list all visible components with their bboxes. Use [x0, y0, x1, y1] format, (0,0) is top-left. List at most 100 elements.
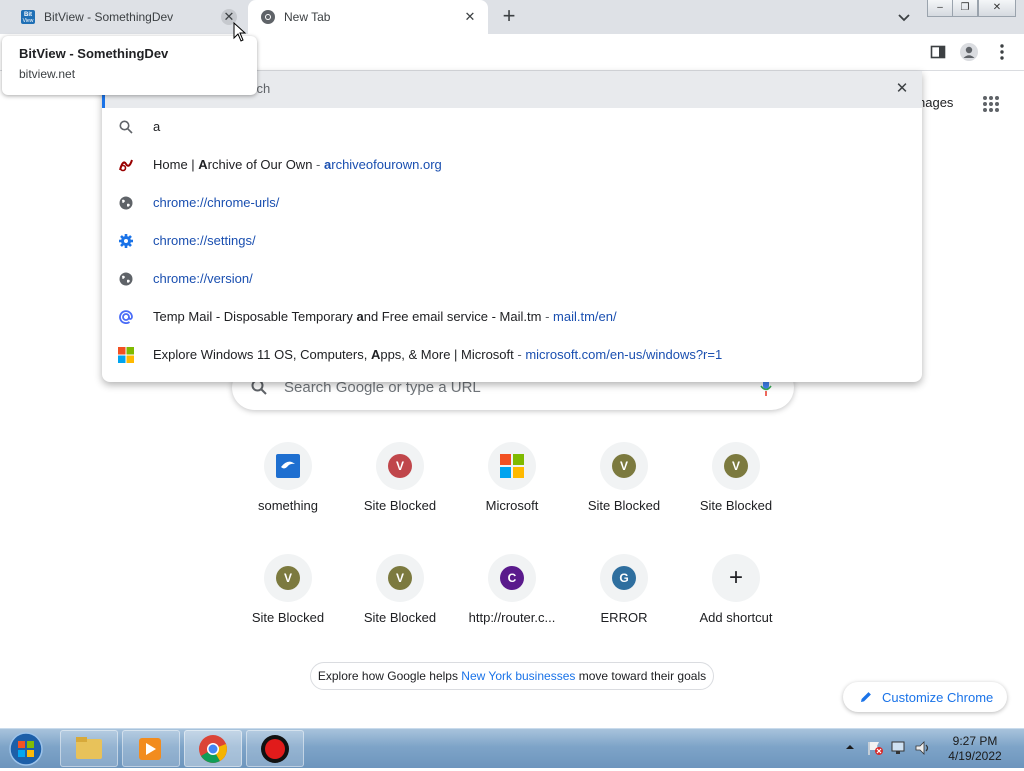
shortcut-tile[interactable]: something: [238, 442, 338, 542]
shortcut-letter-icon: V: [388, 566, 412, 590]
tab-bitview[interactable]: Bit View BitView - SomethingDev ✕: [0, 0, 247, 34]
shortcut-letter-icon: V: [388, 454, 412, 478]
shortcut-letter-icon: V: [276, 566, 300, 590]
shortcut-letter-icon: V: [724, 454, 748, 478]
minimize-button[interactable]: –: [927, 0, 953, 17]
shortcut-icon-circle: [264, 442, 312, 490]
suggestion-row[interactable]: Home | Archive of Our Own - archiveofour…: [102, 146, 922, 184]
tab-strip: Bit View BitView - SomethingDev ✕ New Ta…: [0, 0, 1024, 34]
suggestion-match: A: [198, 157, 208, 172]
search-icon: [119, 120, 133, 134]
suggestion-title: nd Free email service - Mail.tm: [363, 309, 542, 324]
media-player-icon: [139, 738, 161, 760]
shortcut-icon-circle: V: [712, 442, 760, 490]
action-center-flag-icon[interactable]: [866, 740, 884, 756]
something-icon: [276, 454, 300, 478]
ao3-icon: [119, 159, 133, 172]
shortcut-tile[interactable]: C http://router.c...: [462, 554, 562, 654]
chevron-down-icon[interactable]: [895, 8, 913, 26]
suggestion-separator: -: [541, 309, 554, 324]
shortcut-letter-icon: G: [612, 566, 636, 590]
apps-grid-icon[interactable]: [982, 95, 1000, 113]
add-shortcut-button[interactable]: + Add shortcut: [686, 554, 786, 654]
suggestion-row[interactable]: Explore Windows 11 OS, Computers, Apps, …: [102, 336, 922, 374]
taskbar-explorer-button[interactable]: [60, 730, 118, 767]
suggestion-row[interactable]: chrome://chrome-urls/: [102, 184, 922, 222]
shortcut-icon-circle: [488, 442, 536, 490]
taskbar-recorder-button[interactable]: [246, 730, 304, 767]
bitview-icon: Bit View: [21, 10, 35, 24]
mouse-cursor-icon: [233, 22, 247, 42]
shortcut-label: Site Blocked: [699, 498, 773, 513]
shortcut-icon-circle: C: [488, 554, 536, 602]
promo-link[interactable]: New York businesses: [461, 669, 575, 683]
suggestion-url: microsoft.com/en-us/windows?r=1: [525, 347, 723, 362]
suggestion-url: chrome://settings/: [153, 233, 256, 248]
shortcut-tile[interactable]: V Site Blocked: [350, 442, 450, 542]
suggestion-title: pps, & More | Microsoft: [380, 347, 514, 362]
shortcut-label: ERROR: [600, 610, 648, 625]
clear-input-button[interactable]: ✕: [894, 81, 910, 97]
profile-avatar-icon[interactable]: [959, 42, 979, 62]
volume-icon[interactable]: [914, 740, 932, 756]
suggestion-title: Temp Mail - Disposable Temporary: [153, 309, 357, 324]
shortcut-tile[interactable]: V Site Blocked: [350, 554, 450, 654]
clock-date: 4/19/2022: [948, 749, 1002, 763]
promo-text: Explore how Google helps: [317, 669, 462, 683]
promo-text: move toward their goals: [575, 669, 707, 683]
typed-query: a: [153, 119, 161, 134]
shortcut-icon-circle: V: [376, 442, 424, 490]
close-window-button[interactable]: ✕: [978, 0, 1016, 17]
shortcut-tile[interactable]: V Site Blocked: [574, 442, 674, 542]
suggestion-url: chrome://chrome-urls/: [153, 195, 280, 210]
suggestion-row[interactable]: chrome://version/: [102, 260, 922, 298]
mail-tm-icon: [119, 310, 133, 325]
menu-kebab-icon[interactable]: [996, 43, 1008, 61]
chrome-icon: [199, 735, 227, 763]
restore-button[interactable]: ❐: [952, 0, 978, 17]
suggestion-title: Home |: [153, 157, 199, 172]
suggestion-url: mail.tm/en/: [553, 309, 617, 324]
suggestion-separator: -: [312, 157, 324, 172]
customize-chrome-button[interactable]: Customize Chrome: [843, 682, 1007, 712]
tab-new-tab[interactable]: New Tab ✕: [248, 0, 488, 34]
suggestion-url: chrome://version/: [153, 271, 253, 286]
new-tab-button[interactable]: +: [498, 5, 520, 28]
shortcut-label: http://router.c...: [468, 610, 556, 625]
microsoft-icon: [118, 347, 134, 363]
microsoft-icon: [500, 454, 524, 478]
shortcut-icon-circle: V: [264, 554, 312, 602]
side-panel-icon[interactable]: [930, 44, 946, 60]
shortcut-label: Site Blocked: [251, 610, 325, 625]
shortcut-tile[interactable]: V Site Blocked: [238, 554, 338, 654]
taskbar-clock[interactable]: 9:27 PM 4/19/2022: [940, 734, 1010, 764]
globe-icon: [119, 272, 133, 286]
suggestion-match: a: [356, 309, 364, 324]
shortcut-label: Microsoft: [485, 498, 539, 513]
start-button[interactable]: [6, 731, 46, 767]
settings-gear-icon: [119, 234, 133, 248]
tab-hover-card: BitView - SomethingDev bitview.net: [2, 36, 257, 95]
suggestion-row[interactable]: chrome://settings/: [102, 222, 922, 260]
suggestion-url: rchiveofourown.org: [331, 157, 442, 172]
suggestion-row[interactable]: Temp Mail - Disposable Temporary and Fre…: [102, 298, 922, 336]
svg-text:View: View: [23, 18, 34, 24]
tray-expand-icon[interactable]: [845, 742, 855, 752]
taskbar-chrome-button[interactable]: [184, 730, 242, 767]
shortcut-icon-circle: V: [600, 442, 648, 490]
network-icon[interactable]: [890, 740, 908, 756]
suggestion-match: A: [370, 347, 381, 362]
suggestion-title: rchive of Our Own: [207, 157, 313, 172]
shortcut-tile[interactable]: Microsoft: [462, 442, 562, 542]
suggestion-typed[interactable]: a: [102, 108, 922, 146]
taskbar-media-player-button[interactable]: [122, 730, 180, 767]
pencil-icon: [861, 692, 871, 702]
images-link[interactable]: nages: [918, 95, 953, 110]
hover-card-url: bitview.net: [19, 67, 76, 81]
shortcut-tile[interactable]: G ERROR: [574, 554, 674, 654]
customize-label: Customize Chrome: [882, 689, 994, 705]
shortcut-label: Site Blocked: [363, 498, 437, 513]
shortcut-tile[interactable]: V Site Blocked: [686, 442, 786, 542]
globe-icon: [119, 196, 133, 210]
tab-close-button[interactable]: ✕: [462, 9, 478, 25]
